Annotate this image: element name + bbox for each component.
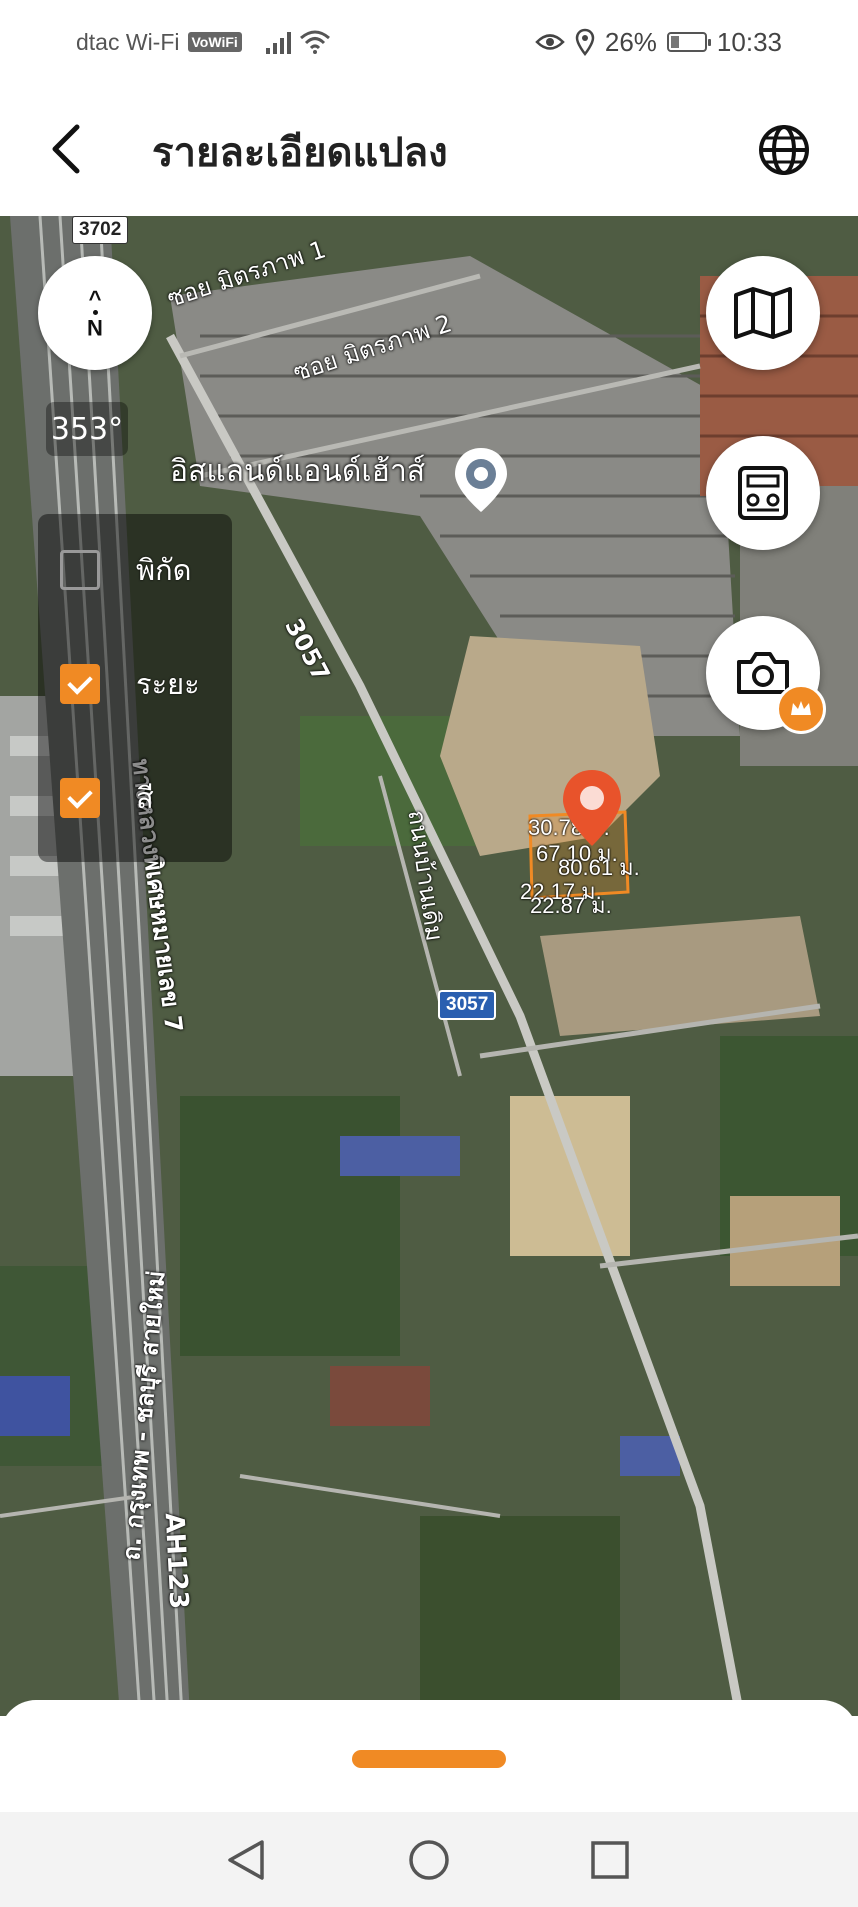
compass-north-label: N: [87, 314, 103, 340]
status-bar: dtac Wi-Fi VoWiFi 26% 10:33: [0, 0, 858, 84]
bottom-sheet-handle[interactable]: [352, 1750, 506, 1768]
camera-button[interactable]: [706, 616, 826, 734]
measurement-label: 22.87 ม.: [530, 893, 612, 918]
signal-icon: [265, 30, 291, 54]
back-arrow-icon: [52, 124, 80, 174]
bottom-sheet[interactable]: [0, 1700, 858, 1812]
page-title: รายละเอียดแปลง: [152, 130, 448, 176]
layer-panel: พิกัด ระยะ สี: [38, 514, 232, 862]
battery-percent: 26%: [604, 26, 657, 57]
nav-home-button[interactable]: [401, 1832, 457, 1888]
layer-toggle-color[interactable]: สี: [60, 776, 154, 820]
status-left: dtac Wi-Fi VoWiFi: [76, 24, 331, 60]
battery-icon: [666, 32, 711, 52]
layer-toggle-distance[interactable]: ระยะ: [60, 662, 200, 706]
checkbox-color[interactable]: [60, 778, 100, 818]
poi-label[interactable]: อิสแลนด์แอนด์เฮ้าส์: [170, 448, 425, 495]
app-header: รายละเอียดแปลง: [0, 84, 858, 216]
layer-label: ระยะ: [136, 667, 200, 701]
calculator-icon: [738, 466, 788, 520]
location-pin-icon[interactable]: [452, 446, 510, 518]
triangle-back-icon: [228, 1840, 264, 1880]
layer-label: พิกัด: [136, 553, 192, 587]
nav-recents-button[interactable]: [582, 1832, 638, 1888]
status-right: 26% 10:33: [535, 22, 782, 62]
route-shield-3057: 3057: [438, 990, 497, 1020]
calculator-button[interactable]: [706, 436, 820, 550]
circle-home-icon: [409, 1840, 449, 1880]
route-shield-3702: 3702: [72, 216, 129, 244]
crown-icon: [776, 684, 826, 734]
system-nav-bar: [0, 1812, 858, 1907]
parcel-location-pin-icon[interactable]: [560, 768, 624, 852]
compass-arrow-icon: ^: [88, 285, 102, 311]
map-icon: [734, 287, 792, 339]
checkbox-distance[interactable]: [60, 664, 100, 704]
layer-toggle-coordinates[interactable]: พิกัด: [60, 548, 192, 592]
carrier-name: dtac Wi-Fi: [76, 28, 180, 55]
satellite-map[interactable]: ซอย มิตรภาพ 1 ซอย มิตรภาพ 2 3057 ทางหลวง…: [0, 216, 858, 1716]
nav-back-button[interactable]: [218, 1832, 274, 1888]
road-label-ah123: AH123: [158, 1512, 194, 1610]
map-type-button[interactable]: [706, 256, 820, 370]
layer-label: สี: [136, 781, 154, 815]
compass-center: [92, 309, 98, 315]
compass-button[interactable]: ^ N: [38, 256, 152, 370]
location-icon: [575, 28, 595, 56]
clock: 10:33: [716, 26, 782, 57]
vowifi-badge: VoWiFi: [187, 32, 242, 52]
globe-icon: [759, 125, 809, 175]
heading-readout: 353°: [46, 402, 128, 456]
camera-icon: [737, 652, 789, 694]
checkbox-coordinates[interactable]: [60, 550, 100, 590]
square-recents-icon: [591, 1841, 629, 1879]
back-button[interactable]: [38, 114, 94, 184]
eye-icon: [535, 34, 565, 50]
wifi-icon: [299, 30, 330, 54]
language-button[interactable]: [756, 122, 812, 178]
